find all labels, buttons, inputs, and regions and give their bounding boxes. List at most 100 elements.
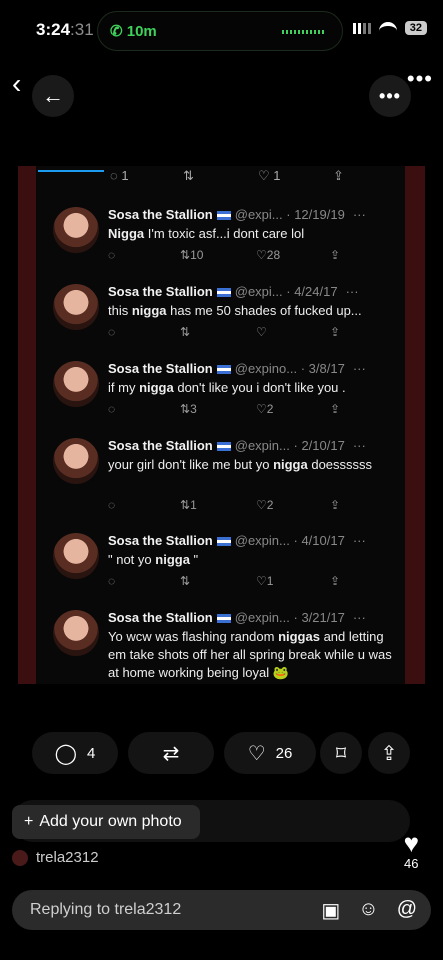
avatar	[53, 533, 99, 579]
plus-icon: +	[24, 813, 34, 830]
avatar	[53, 284, 99, 330]
tweet-text: this nigga has me 50 shades of fucked up…	[108, 302, 400, 320]
reply-button[interactable]: ◯ 4	[32, 732, 118, 774]
tweet-more-icon: ···	[352, 438, 366, 453]
tweet-actions: ◌ ⇅ 1 ♡ 2 ⇪	[108, 498, 378, 514]
flag-icon	[216, 288, 231, 298]
retweet-count: 10	[190, 248, 204, 262]
audio-wave-icon	[282, 30, 326, 34]
tweet-header: Sosa the Stallion @expi... · 12/19/19 ···	[108, 207, 366, 222]
like-count: 2	[266, 402, 274, 416]
tweet-more-icon: ···	[345, 284, 359, 299]
like-count: 26	[275, 744, 293, 762]
avatar	[53, 438, 99, 484]
tweet-header: Sosa the Stallion @expi... · 4/24/17 ···	[108, 284, 359, 299]
reply-count: 4	[87, 744, 96, 762]
reply-count: 1	[121, 168, 129, 183]
retweet-icon: ⇅	[183, 168, 194, 183]
tweet-text-pre: " not yo	[108, 552, 156, 567]
tweet-text-bold: nigga	[139, 380, 174, 395]
like-count: 2	[266, 498, 274, 512]
tweet-date: · 2/10/17	[293, 438, 345, 453]
tweet-header: Sosa the Stallion @expin... · 4/10/17 ···	[108, 533, 366, 548]
like-count: 1	[273, 168, 281, 183]
like-button[interactable]: ♡ 26	[224, 732, 316, 774]
avatar	[53, 361, 99, 407]
tweet-text-rest: I'm toxic asf...i dont care lol	[144, 226, 305, 241]
tweet-text-pre: if my	[108, 380, 140, 395]
time-ghost-text: :31	[70, 20, 94, 39]
retweet-icon: ⇅	[180, 325, 191, 339]
signal-icon	[352, 22, 371, 34]
reply-icon: ◌	[108, 325, 116, 339]
tweet-actions: ◌ ⇅ 3 ♡ 2 ⇪	[108, 402, 378, 418]
tweet-text: if my nigga don't like you i don't like …	[108, 379, 400, 397]
share-button[interactable]: ⇪	[368, 732, 410, 774]
tweet-more-icon: ···	[352, 361, 366, 376]
tweet-header: Sosa the Stallion @expin... · 3/21/17 ···	[108, 610, 366, 625]
tweet-text: Yo wcw was flashing random niggas and le…	[108, 628, 400, 682]
sticker-icon[interactable]: ☺	[358, 898, 378, 923]
tweet-date: · 12/19/19	[286, 207, 345, 222]
status-bar: 3:24:31 ✆ 10m 32	[0, 0, 443, 60]
mention-icon[interactable]: @	[397, 898, 417, 923]
reply-tools: ▣ ☺ @	[321, 898, 417, 923]
system-indicators: 32	[352, 21, 427, 35]
comment-like-button[interactable]: ♥ 46	[404, 830, 419, 871]
add-photo-label: Add your own photo	[39, 813, 182, 830]
like-count: 28	[266, 248, 281, 262]
add-photo-button[interactable]: + Add your own photo	[12, 805, 200, 839]
more-options-icon[interactable]: •••	[407, 66, 433, 92]
call-label: 10m	[126, 23, 157, 40]
retweet-icon: ⇅ 3	[180, 402, 197, 416]
retweet-icon: ⇅ 1	[180, 498, 197, 512]
tweet-header: Sosa the Stallion @expino... · 3/8/17 ···	[108, 361, 366, 376]
tweet-text: your girl don't like me but yo nigga doe…	[108, 456, 400, 474]
author-handle: @expi...	[234, 207, 283, 222]
comment-like-count: 46	[404, 856, 419, 871]
tweet-more-icon: ···	[352, 533, 366, 548]
repost-icon: ⇄	[162, 742, 180, 765]
retweet-icon: ⇅ 10	[180, 248, 204, 262]
bookmark-button[interactable]: ⌑	[320, 732, 362, 774]
battery-icon: 32	[404, 21, 427, 35]
share-icon: ⇪	[330, 248, 341, 262]
like-icon: ♡ 1	[256, 574, 274, 588]
heart-icon: ♥	[403, 828, 419, 858]
bookmark-icon: ⌑	[335, 742, 347, 765]
reply-icon: ◌	[108, 498, 116, 512]
flag-icon	[216, 211, 231, 221]
tweet-actions: ◌ ⇅ ♡ 1 ⇪	[108, 574, 378, 590]
share-icon: ⇪	[330, 402, 341, 416]
tweet-actions: ◌ ⇅ ♡ ⇪	[108, 325, 378, 341]
tweet-date: · 3/8/17	[300, 361, 345, 376]
screenshot-edge-left	[18, 166, 36, 684]
retweet-count: 3	[190, 402, 197, 416]
tweet-text-bold: nigga	[273, 457, 308, 472]
share-icon: ⇪	[333, 168, 344, 183]
like-icon: ♡ 1	[258, 168, 281, 183]
dynamic-island-call[interactable]: ✆ 10m	[97, 11, 343, 51]
author-name: Sosa the Stallion	[108, 284, 213, 299]
comment-username: trela2312	[36, 849, 99, 866]
author-handle: @expi...	[234, 284, 283, 299]
avatar	[53, 207, 99, 253]
avatar	[12, 849, 28, 866]
reply-icon: ◌ 1	[110, 168, 129, 183]
back-button[interactable]: ←	[32, 75, 74, 117]
comment-author[interactable]: trela2312	[12, 849, 99, 866]
retweet-icon: ⇅	[180, 574, 191, 588]
reply-input[interactable]: Replying to trela2312 ▣ ☺ @	[12, 890, 431, 930]
flag-icon	[216, 537, 231, 547]
tweet-text: " not yo nigga "	[108, 551, 400, 569]
image-icon[interactable]: ▣	[321, 898, 340, 923]
author-name: Sosa the Stallion	[108, 533, 213, 548]
retweet-count: 1	[190, 498, 197, 512]
tweet-text-pre: Yo wcw was flashing random	[108, 629, 279, 644]
repost-button[interactable]: ⇄	[128, 732, 214, 774]
tweet-text-rest: don't like you i don't like you .	[173, 380, 346, 395]
back-chevron-icon[interactable]: ‹	[12, 68, 21, 100]
share-icon: ⇪	[380, 742, 398, 765]
tweet-text-rest: has me 50 shades of fucked up...	[166, 303, 362, 318]
more-button[interactable]: •••	[369, 75, 411, 117]
